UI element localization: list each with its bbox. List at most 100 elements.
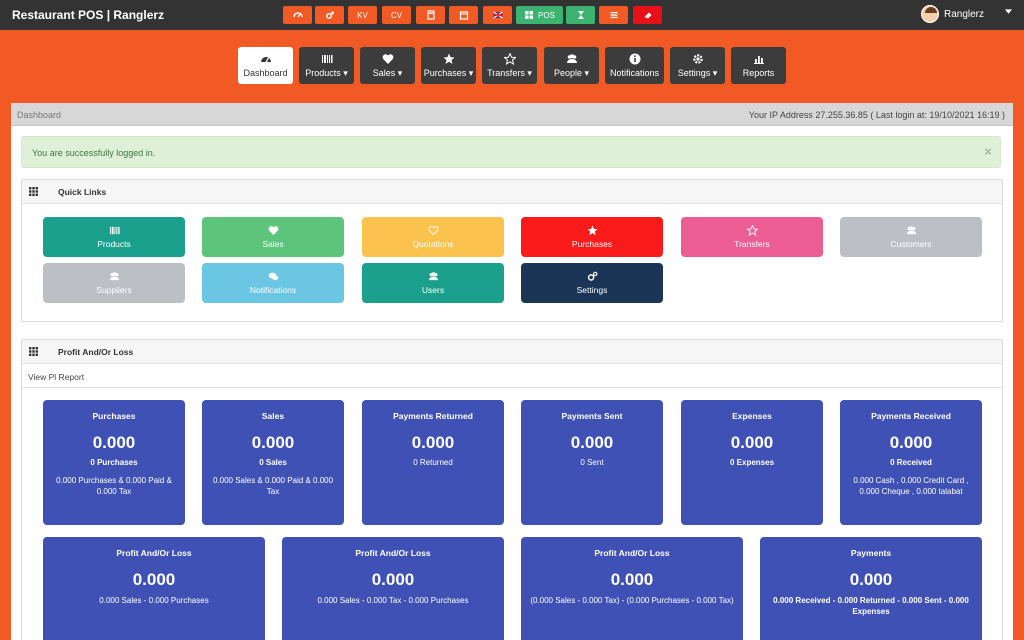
kv-button[interactable]: KV [348, 6, 377, 24]
heart-outline-icon [428, 226, 438, 236]
card-value: 0.000 [132, 570, 176, 589]
card-title: Payments Returned [393, 411, 473, 421]
quick-link-label: Sales [262, 239, 284, 249]
view-pl-report-link[interactable]: View Pl Report [28, 372, 84, 382]
barcode-icon [321, 54, 332, 63]
quick-link-label: Quotations [412, 239, 454, 249]
nav-settings[interactable]: Settings ▾ [670, 47, 725, 84]
register-button[interactable] [566, 6, 595, 24]
alert-message: You are successfully logged in. [32, 148, 156, 158]
card-detail: 0.000 Cash , 0.000 Credit Card , 0.000 C… [853, 476, 969, 496]
quick-link-notifications[interactable]: Notifications [202, 263, 344, 303]
stat-card-payments-returned: Payments Returned 0.000 0 Returned [362, 400, 504, 525]
quick-link-label: Settings [576, 285, 608, 295]
nav-transfers[interactable]: Transfers ▾ [482, 47, 537, 84]
nav-dashboard[interactable]: Dashboard [238, 47, 293, 84]
nav-label: Reports [742, 68, 775, 78]
users-icon [566, 53, 577, 63]
cv-button[interactable]: CV [382, 6, 411, 24]
quick-links-title: Quick Links [58, 187, 107, 197]
users-icon [428, 272, 438, 281]
calendar-button[interactable] [449, 6, 478, 24]
user-name: Ranglerz [943, 8, 984, 20]
quick-link-settings[interactable]: Settings [521, 263, 663, 303]
chevron-down-icon[interactable] [1005, 9, 1012, 14]
user-menu[interactable]: Ranglerz [920, 5, 984, 23]
card-value: 0.000 [251, 433, 295, 452]
card-detail: 0.000 Sales - 0.000 Tax - 0.000 Purchase… [317, 596, 469, 605]
nav-sales[interactable]: Sales ▾ [360, 47, 415, 84]
comments-icon [268, 272, 278, 281]
quick-link-customers[interactable]: Customers [840, 217, 982, 257]
nav-reports[interactable]: Reports [731, 47, 786, 84]
card-title: Profit And/Or Loss [594, 548, 670, 558]
card-count: 0 Sales [259, 458, 287, 467]
quick-link-label: Products [97, 239, 131, 249]
pos-button[interactable]: POS [516, 6, 563, 24]
close-icon[interactable]: × [984, 144, 992, 159]
quick-link-products[interactable]: Products [43, 217, 185, 257]
star-outline-icon [746, 225, 758, 236]
avatar [920, 5, 939, 23]
dashboard-quick-button[interactable] [283, 6, 312, 24]
quick-link-suppliers[interactable]: Suppliers [43, 263, 185, 303]
star-icon [586, 225, 598, 236]
card-detail: 0.000 Sales - 0.000 Purchases [99, 596, 209, 605]
nav-label: Purchases ▾ [423, 67, 474, 78]
nav-purchases[interactable]: Purchases ▾ [421, 47, 476, 84]
stat-card-purchases: Purchases 0.000 0 Purchases 0.000 Purcha… [43, 400, 185, 525]
dashboard-icon [260, 57, 271, 63]
cogs-icon [325, 11, 334, 19]
card-title: Profit And/Or Loss [355, 548, 431, 558]
list-icon [610, 12, 617, 19]
card-title: Expenses [732, 411, 772, 421]
heart-icon [268, 226, 278, 236]
card-count: 0 Purchases [90, 458, 138, 467]
card-detail: 0.000 Purchases & 0.000 Paid & 0.000 Tax [56, 476, 172, 496]
nav-label: People ▾ [553, 67, 590, 78]
heart-icon [382, 53, 393, 64]
dashboard-icon [292, 12, 303, 18]
quick-link-purchases[interactable]: Purchases [521, 217, 663, 257]
card-value: 0.000 [849, 570, 893, 589]
profit-loss-box: Profit And/Or Loss View Pl Report Purcha… [21, 339, 1003, 640]
cogs-icon [587, 271, 597, 281]
card-value: 0.000 [610, 570, 654, 589]
quick-link-sales[interactable]: Sales [202, 217, 344, 257]
stat-card-sales: Sales 0.000 0 Sales 0.000 Sales & 0.000 … [202, 400, 344, 525]
grid-icon [29, 187, 38, 196]
grid-icon [525, 11, 534, 19]
card-value: 0.000 [371, 570, 415, 589]
profit-loss-card-3: Profit And/Or Loss 0.000 (0.000 Sales - … [521, 537, 743, 640]
quick-link-label: Users [421, 285, 445, 295]
nav-people[interactable]: People ▾ [544, 47, 599, 84]
app-title[interactable]: Restaurant POS | Ranglerz [12, 8, 164, 22]
language-button[interactable] [483, 6, 512, 24]
card-value: 0.000 [411, 433, 455, 452]
calculator-button[interactable] [416, 6, 445, 24]
card-detail: (0.000 Sales - 0.000 Tax) - (0.000 Purch… [530, 596, 734, 605]
top-bar: Restaurant POS | Ranglerz KV CV POS Rang… [0, 0, 1024, 30]
nav-label: Sales ▾ [372, 67, 403, 78]
quick-link-users[interactable]: Users [362, 263, 504, 303]
card-value: 0.000 [570, 433, 614, 452]
nav-label: Transfers ▾ [487, 67, 532, 78]
nav-notifications[interactable]: Notifications [605, 47, 664, 84]
ip-info: Your IP Address 27.255.36.85 ( Last logi… [748, 110, 1005, 120]
main-panel: Dashboard Your IP Address 27.255.36.85 (… [11, 103, 1013, 640]
calendar-icon [459, 11, 468, 20]
card-count: 0 Returned [413, 458, 453, 467]
nav-label: Products ▾ [305, 67, 348, 78]
users-icon [109, 272, 119, 281]
list-button[interactable] [599, 6, 628, 24]
settings-quick-button[interactable] [315, 6, 344, 24]
nav-label: Dashboard [243, 68, 288, 78]
quick-link-transfers[interactable]: Transfers [681, 217, 823, 257]
nav-products[interactable]: Products ▾ [299, 47, 354, 84]
quick-link-label: Transfers [734, 239, 770, 249]
clear-button[interactable] [633, 6, 662, 24]
eraser-icon [644, 12, 651, 19]
quick-link-label: Suppliers [96, 285, 132, 295]
card-count: 0 Sent [580, 458, 604, 467]
quick-link-quotations[interactable]: Quotations [362, 217, 504, 257]
